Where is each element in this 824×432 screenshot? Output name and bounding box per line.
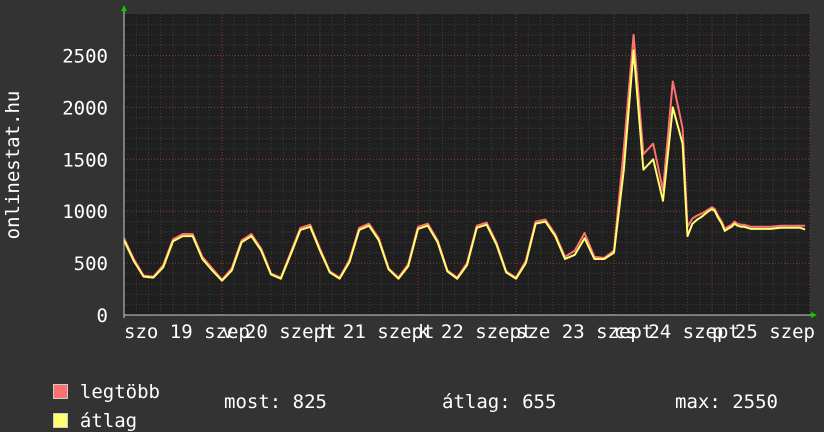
stat-max: max: 2550 <box>675 391 778 413</box>
y-tick-label: 2000 <box>62 97 108 119</box>
y-tick-labels: 0 500 1000 1500 2000 2500 <box>62 46 108 327</box>
y-tick-label: 1500 <box>62 149 108 171</box>
legend-item-atlag: átlag <box>30 393 137 431</box>
y-axis-label: onlinestat.hu <box>2 91 24 240</box>
y-tick-label: 1000 <box>62 201 108 223</box>
x-axis-arrow <box>811 312 817 318</box>
y-tick-label: 0 <box>97 305 108 327</box>
y-axis-arrow <box>121 5 127 11</box>
legend-swatch-atlag <box>52 413 68 428</box>
y-tick-label: 500 <box>74 253 108 275</box>
stat-atlag: átlag: 655 <box>442 391 557 413</box>
x-tick-labels: szo 19 szepv 20 szepth 21 szeptk 22 szep… <box>124 321 815 343</box>
legend-label-atlag: átlag <box>79 410 138 432</box>
y-tick-label: 2500 <box>62 46 108 68</box>
x-tick-label: p 25 szep <box>712 321 815 343</box>
stat-most: most: 825 <box>224 391 327 413</box>
